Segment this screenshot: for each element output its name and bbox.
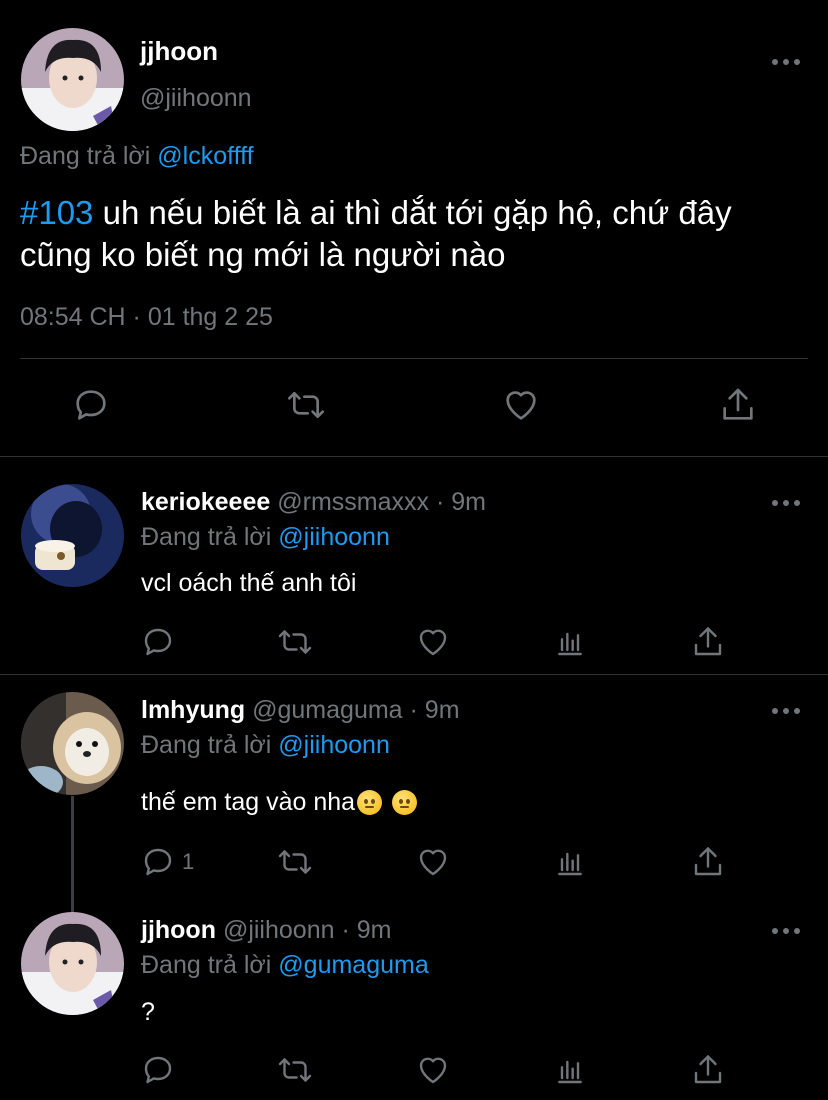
like-icon[interactable] (414, 1052, 452, 1088)
handle[interactable]: @jiihoonn (223, 916, 335, 944)
retweet-icon[interactable] (276, 844, 314, 880)
hashtag-link[interactable]: #103 (20, 194, 93, 231)
divider (0, 456, 828, 457)
replying-to-mention[interactable]: @jiihoonn (278, 731, 390, 759)
divider (0, 674, 828, 675)
display-name[interactable]: jjhoon (141, 916, 216, 944)
share-icon[interactable] (690, 624, 726, 660)
reply-icon[interactable] (140, 1052, 176, 1088)
reply-icon[interactable] (140, 624, 176, 660)
tweet-actions (0, 1052, 828, 1088)
reply-button[interactable]: 1 (140, 844, 194, 880)
reply-header: keriokeeee @rmssmaxxx · 9m (141, 488, 486, 517)
reply-icon (140, 844, 176, 880)
reply-header: lmhyung @gumaguma · 9m (141, 696, 460, 725)
tweet-actions (0, 385, 828, 429)
replying-to-mention[interactable]: @gumaguma (278, 951, 428, 979)
time-ago[interactable]: · 9m (436, 488, 486, 516)
avatar[interactable] (21, 28, 124, 131)
share-icon[interactable] (718, 385, 758, 425)
timestamp[interactable]: 08:54 CH · 01 thg 2 25 (20, 303, 273, 332)
share-icon[interactable] (690, 1052, 726, 1088)
divider (20, 358, 808, 359)
handle[interactable]: @gumaguma (252, 696, 402, 724)
reply-tweet[interactable]: jjhoon @jiihoonn · 9m Đang trả lời @guma… (0, 896, 828, 1100)
analytics-icon[interactable] (554, 844, 586, 880)
tweet-actions (0, 624, 828, 660)
replying-to-line: Đang trả lời @gumaguma (141, 951, 429, 980)
display-name[interactable]: keriokeeee (141, 488, 270, 516)
reply-tweet[interactable]: lmhyung @gumaguma · 9m Đang trả lời @jii… (0, 676, 828, 888)
avatar[interactable] (21, 692, 124, 795)
share-icon[interactable] (690, 844, 726, 880)
replying-to-line: Đang trả lời @jiihoonn (141, 523, 390, 552)
reply-icon[interactable] (71, 385, 111, 425)
analytics-icon[interactable] (554, 624, 586, 660)
time-ago[interactable]: · 9m (341, 916, 391, 944)
tweet-text: ? (141, 998, 155, 1026)
handle[interactable]: @rmssmaxxx (277, 488, 429, 516)
tweet-body: thế em tag vào nha (141, 788, 356, 816)
more-options-icon[interactable] (772, 498, 800, 508)
avatar[interactable] (21, 912, 124, 1015)
replying-to-line: Đang trả lời @jiihoonn (141, 731, 390, 760)
replying-prefix: Đang trả lời (20, 142, 151, 170)
main-tweet: jjhoon @jiihoonn Đang trả lời @lckoffff … (0, 0, 828, 456)
tweet-text: thế em tag vào nha (141, 788, 418, 817)
display-name[interactable]: jjhoon (140, 36, 218, 67)
tweet-text: #103 uh nếu biết là ai thì dắt tới gặp h… (20, 192, 810, 276)
more-options-icon[interactable] (772, 926, 800, 936)
slightly-frowning-face-icon (392, 790, 418, 815)
reply-count: 1 (182, 849, 195, 874)
more-options-icon[interactable] (772, 706, 800, 716)
handle[interactable]: @jiihoonn (140, 84, 252, 113)
replying-prefix: Đang trả lời (141, 523, 272, 551)
more-options-icon[interactable] (772, 57, 800, 67)
tweet-actions: 1 (0, 844, 828, 880)
slightly-frowning-face-icon (357, 790, 383, 815)
avatar[interactable] (21, 484, 124, 587)
replying-to-mention[interactable]: @jiihoonn (278, 523, 390, 551)
retweet-icon[interactable] (285, 385, 327, 425)
retweet-icon[interactable] (276, 624, 314, 660)
replying-to-line: Đang trả lời @lckoffff (20, 142, 254, 171)
display-name[interactable]: lmhyung (141, 696, 245, 724)
reply-header: jjhoon @jiihoonn · 9m (141, 916, 391, 945)
tweet-text: vcl oách thế anh tôi (141, 569, 357, 597)
analytics-icon[interactable] (554, 1052, 586, 1088)
time-ago[interactable]: · 9m (410, 696, 460, 724)
tweet-body: uh nếu biết là ai thì dắt tới gặp hộ, ch… (20, 194, 732, 273)
replying-prefix: Đang trả lời (141, 951, 272, 979)
like-icon[interactable] (414, 624, 452, 660)
like-icon[interactable] (414, 844, 452, 880)
replying-to-mention[interactable]: @lckoffff (157, 142, 253, 170)
retweet-icon[interactable] (276, 1052, 314, 1088)
like-icon[interactable] (500, 385, 542, 425)
reply-tweet[interactable]: keriokeeee @rmssmaxxx · 9m Đang trả lời … (0, 458, 828, 672)
replying-prefix: Đang trả lời (141, 731, 272, 759)
